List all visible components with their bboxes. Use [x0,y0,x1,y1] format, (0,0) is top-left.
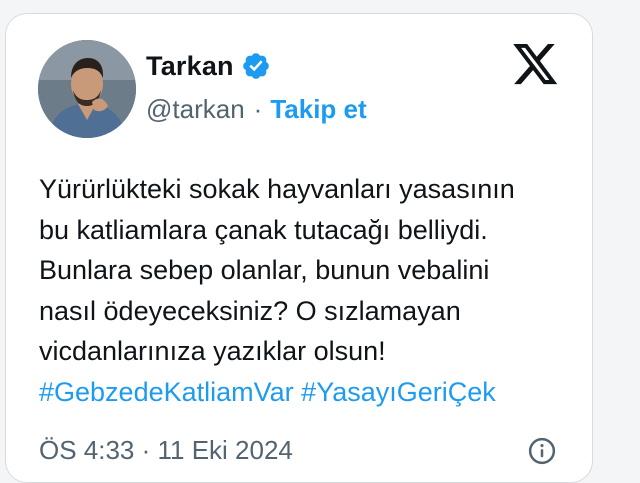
tweet-timestamp[interactable]: ÖS 4:33 · 11 Eki 2024 [39,432,293,468]
verified-badge-icon [241,51,271,81]
tweet-card: Tarkan @tarkan · Takip et Yürürlükteki s… [5,13,593,483]
follow-button[interactable]: Takip et [270,94,366,125]
author-display-name[interactable]: Tarkan [146,51,234,82]
tweet-text-line: Yürürlükteki sokak hayvanları yasasının [39,174,515,204]
tweet-text-line: nasıl ödeyeceksiniz? O sızlamayan [39,295,461,326]
author-handle-row: @tarkan · Takip et [146,91,367,127]
x-logo-icon[interactable] [513,44,559,86]
author-name-row: Tarkan [146,48,271,84]
tweet-text-line: Bunlara sebep olanlar, bunun vebalini [39,255,490,285]
hashtag-link[interactable]: #GebzedeKatliamVar [39,377,294,407]
tweet-text-line: bu katliamlara çanak tutacağı belliydi. [39,214,488,245]
hashtag-link[interactable]: #YasayıGeriÇek [301,377,496,407]
tweet-text-line: vicdanlarınıza yazıklar olsun! [39,336,386,366]
author-handle[interactable]: @tarkan [146,94,245,125]
handle-separator: · [253,93,263,124]
avatar[interactable] [38,40,136,138]
hashtag-line: #GebzedeKatliamVar #YasayıGeriÇek [39,372,584,413]
tweet-text: Yürürlükteki sokak hayvanları yasasının … [39,169,584,412]
avatar-image [38,40,136,138]
